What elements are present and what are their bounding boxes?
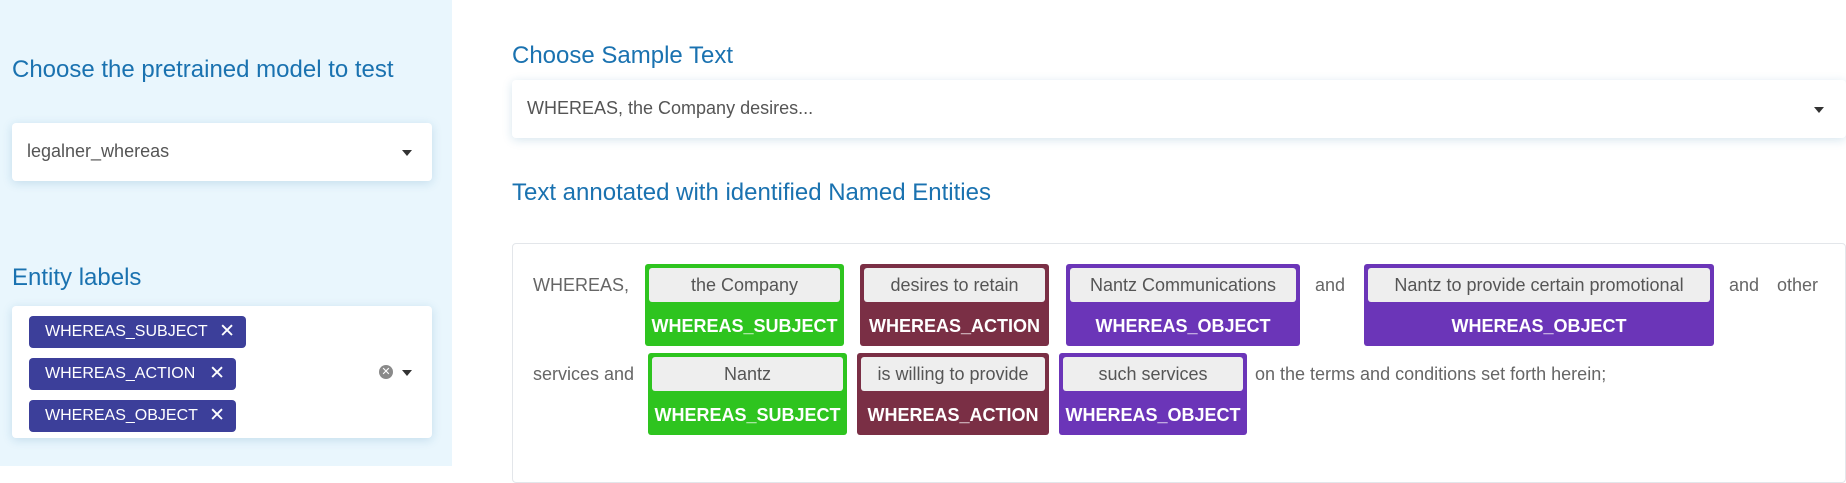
entity-token: is willing to provide bbox=[861, 357, 1045, 391]
plain-text: and bbox=[1315, 275, 1346, 295]
entity-whereas-subject: the Company WHEREAS_SUBJECT bbox=[645, 264, 844, 346]
remove-tag-icon[interactable]: ✕ bbox=[219, 321, 235, 343]
sample-text-value: WHEREAS, the Company desires... bbox=[527, 98, 814, 118]
entity-whereas-subject: Nantz WHEREAS_SUBJECT bbox=[648, 353, 847, 435]
plain-text: services and bbox=[533, 364, 635, 384]
entity-token: such services bbox=[1063, 357, 1243, 391]
sample-text-select[interactable]: WHEREAS, the Company desires... bbox=[512, 80, 1846, 138]
entity-whereas-object: Nantz Communications WHEREAS_OBJECT bbox=[1066, 264, 1300, 346]
plain-text: and bbox=[1729, 275, 1760, 295]
tag-whereas-subject: WHEREAS_SUBJECT ✕ bbox=[29, 316, 246, 348]
clear-all-icon[interactable]: ✕ bbox=[379, 365, 393, 379]
model-heading: Choose the pretrained model to test bbox=[12, 56, 394, 83]
tag-whereas-action: WHEREAS_ACTION ✕ bbox=[29, 358, 236, 390]
entity-label: WHEREAS_SUBJECT bbox=[651, 316, 838, 336]
entity-labels-multiselect[interactable]: WHEREAS_SUBJECT ✕ WHEREAS_ACTION ✕ WHERE… bbox=[12, 306, 432, 438]
entity-token: Nantz Communications bbox=[1070, 268, 1296, 302]
sidebar: Choose the pretrained model to test lega… bbox=[0, 0, 452, 466]
chevron-down-icon[interactable] bbox=[1814, 107, 1824, 113]
sample-text-heading: Choose Sample Text bbox=[512, 42, 734, 69]
entity-label: WHEREAS_OBJECT bbox=[1095, 316, 1271, 336]
entity-label: WHEREAS_ACTION bbox=[868, 316, 1040, 336]
remove-tag-icon[interactable]: ✕ bbox=[209, 405, 225, 427]
tag-label: WHEREAS_OBJECT bbox=[45, 407, 198, 424]
labels-heading: Entity labels bbox=[12, 264, 142, 291]
entity-label: WHEREAS_SUBJECT bbox=[654, 405, 841, 425]
entity-token: the Company bbox=[649, 268, 840, 302]
chevron-down-icon[interactable] bbox=[402, 370, 412, 376]
entity-label: WHEREAS_OBJECT bbox=[1451, 316, 1627, 336]
plain-text: on the terms and conditions set forth he… bbox=[1255, 364, 1607, 384]
tag-whereas-object: WHEREAS_OBJECT ✕ bbox=[29, 400, 236, 432]
entity-token: Nantz bbox=[652, 357, 843, 391]
plain-text: WHEREAS, bbox=[533, 275, 630, 295]
entity-whereas-action: is willing to provide WHEREAS_ACTION bbox=[857, 353, 1049, 435]
entity-whereas-action: desires to retain WHEREAS_ACTION bbox=[860, 264, 1049, 346]
model-select[interactable]: legalner_whereas bbox=[12, 123, 432, 181]
entity-token: desires to retain bbox=[864, 268, 1045, 302]
tag-label: WHEREAS_SUBJECT bbox=[45, 323, 208, 340]
entity-whereas-object: such services WHEREAS_OBJECT bbox=[1059, 353, 1247, 435]
entity-whereas-object: Nantz to provide certain promotional WHE… bbox=[1364, 264, 1714, 346]
entity-label: WHEREAS_OBJECT bbox=[1065, 405, 1241, 425]
annotated-heading: Text annotated with identified Named Ent… bbox=[512, 179, 991, 206]
entity-label: WHEREAS_ACTION bbox=[867, 405, 1039, 425]
entity-token: Nantz to provide certain promotional bbox=[1368, 268, 1710, 302]
chevron-down-icon[interactable] bbox=[402, 150, 412, 156]
tag-label: WHEREAS_ACTION bbox=[45, 365, 196, 382]
model-select-value: legalner_whereas bbox=[27, 141, 170, 161]
remove-tag-icon[interactable]: ✕ bbox=[209, 363, 225, 385]
plain-text: other bbox=[1777, 275, 1819, 295]
